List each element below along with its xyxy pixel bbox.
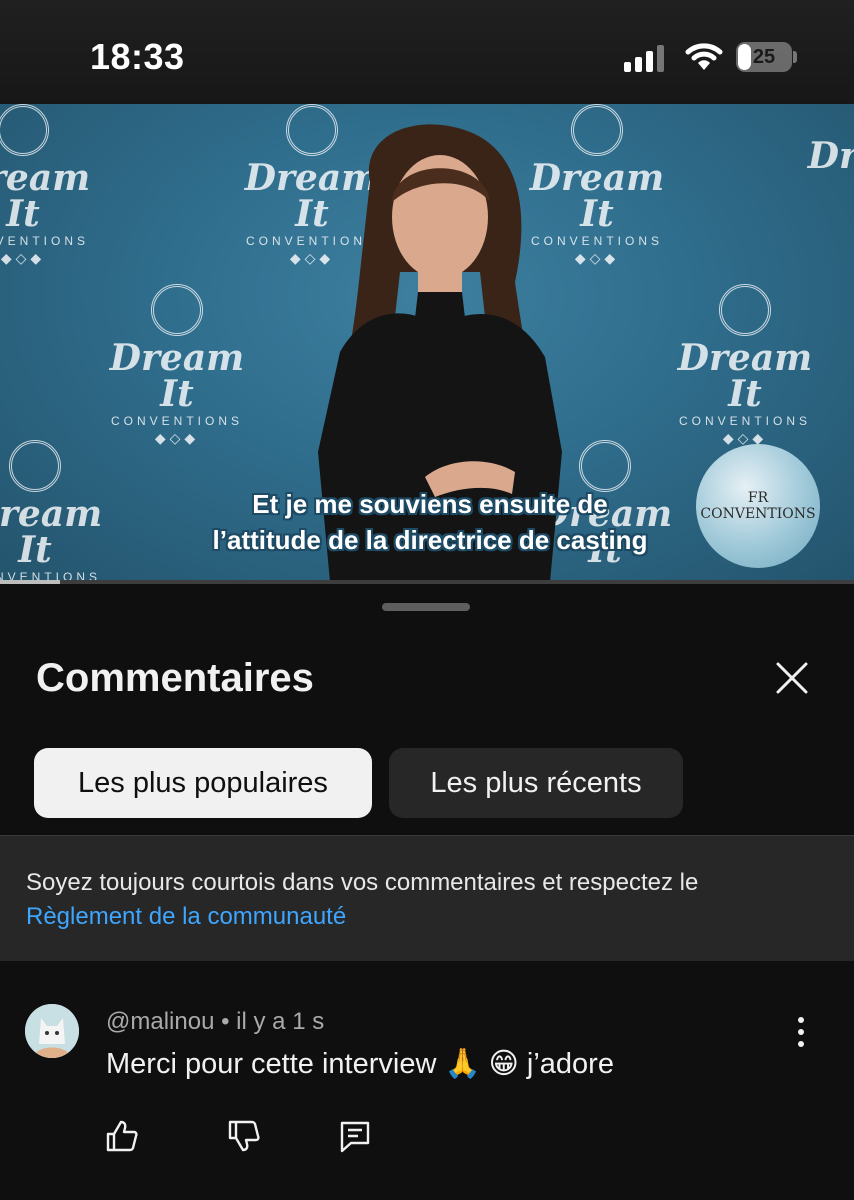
backdrop-brand-sub: CONVENTIONS — [110, 414, 243, 428]
dreamcatcher-icon — [9, 440, 61, 492]
like-icon[interactable] — [104, 1118, 140, 1154]
comment-author[interactable]: @malinou — [106, 1008, 214, 1035]
dreamcatcher-icon — [579, 440, 631, 492]
comment-item: @malinou • il y a 1 s Merci pour cette i… — [0, 1000, 854, 1180]
dreamcatcher-icon — [0, 104, 49, 156]
dreamcatcher-icon — [719, 284, 771, 336]
backdrop-logo: Dream It CONVENTIONS ◆◇◆ — [0, 104, 108, 267]
dislike-icon[interactable] — [226, 1118, 262, 1154]
backdrop-brand-name: Dream It — [807, 135, 854, 177]
meta-separator: • — [221, 1008, 230, 1035]
avatar[interactable] — [25, 1004, 79, 1058]
video-player[interactable]: Dream It CONVENTIONS ◆◇◆ Dream It CONVEN… — [0, 104, 854, 582]
cellular-signal-icon — [624, 44, 668, 72]
backdrop-logo: Dream It — [790, 138, 854, 210]
reply-icon[interactable] — [337, 1118, 373, 1154]
dreamcatcher-icon — [151, 284, 203, 336]
video-caption: Et je me souviens ensuite de l’attitude … — [140, 486, 720, 558]
caption-line-1: Et je me souviens ensuite de — [252, 489, 608, 519]
backdrop-brand-name: Dream It — [0, 157, 91, 235]
comment-time: il y a 1 s — [236, 1008, 325, 1035]
channel-watermark: FR CONVENTIONS — [696, 444, 820, 568]
comments-sheet: Commentaires Les plus populaires Les plu… — [0, 586, 854, 1200]
battery-icon: 25 — [736, 42, 792, 72]
community-notice: Soyez toujours courtois dans vos comment… — [0, 835, 854, 961]
sheet-title: Commentaires — [36, 656, 314, 700]
video-progress-bar[interactable] — [0, 580, 854, 584]
wifi-icon — [685, 43, 723, 70]
more-options-icon[interactable] — [786, 1014, 816, 1050]
notice-text: Soyez toujours courtois dans vos comment… — [26, 869, 699, 896]
comment-text: Merci pour cette interview 🙏 😁 j’adore — [106, 1048, 614, 1080]
sheet-drag-handle[interactable] — [382, 603, 470, 611]
backdrop-logo: Dream It CONVENTIONS ◆◇◆ — [660, 284, 830, 447]
feather-icon: ◆◇◆ — [0, 250, 46, 266]
backdrop-logo: Dream It CONVENTIONS — [0, 440, 120, 582]
backdrop-brand-name: Dream It — [109, 337, 245, 415]
community-guidelines-link[interactable]: Règlement de la communauté — [26, 903, 346, 930]
backdrop-logo: Dream It CONVENTIONS ◆◇◆ — [92, 284, 262, 447]
filter-chip-popular[interactable]: Les plus populaires — [34, 748, 372, 818]
video-progress-fill — [0, 580, 60, 584]
backdrop-brand-sub: CONVENTIONS — [678, 414, 811, 428]
backdrop-brand-name: Dream It — [677, 337, 813, 415]
comment-meta: @malinou • il y a 1 s — [106, 1008, 324, 1036]
status-bar: 18:33 25 — [0, 0, 854, 104]
backdrop-brand-sub: CONVENTIONS — [0, 234, 89, 248]
filter-chip-recent[interactable]: Les plus récents — [389, 748, 683, 818]
battery-level: 25 — [752, 46, 776, 68]
caption-line-2: l’attitude de la directrice de casting — [212, 525, 648, 555]
close-icon[interactable] — [770, 656, 814, 700]
backdrop-brand-name: Dream It — [0, 493, 103, 571]
battery-tip — [793, 51, 797, 63]
status-time: 18:33 — [90, 36, 185, 77]
